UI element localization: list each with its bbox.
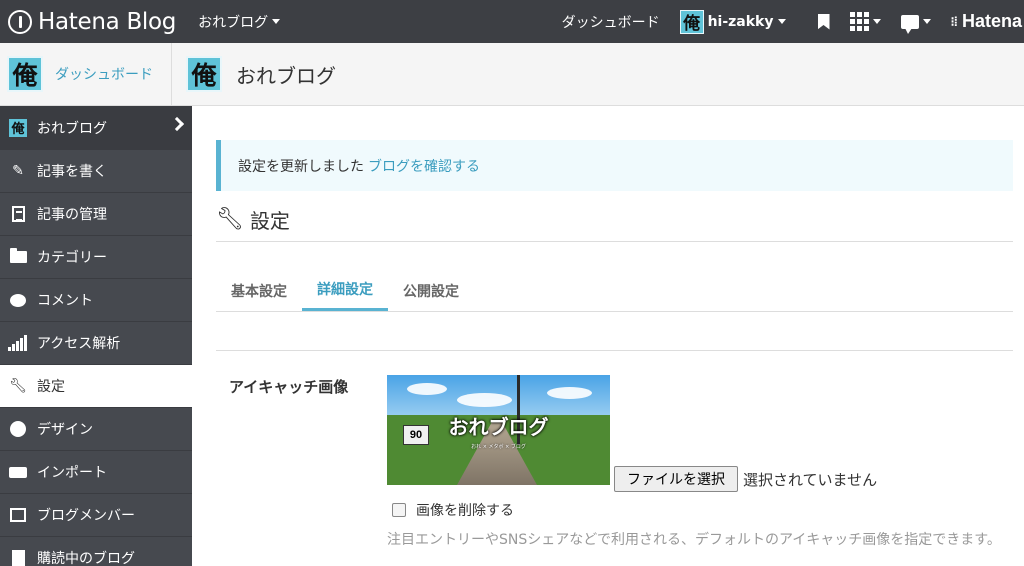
edit-icon: ✎ — [12, 163, 24, 179]
speech-bubble-icon — [900, 14, 919, 34]
bookmark-icon — [817, 13, 830, 30]
brand-name: Hatena Blog — [38, 8, 177, 35]
caret-down-icon — [872, 19, 881, 24]
eyecatch-image: 90 おれブログ おれ × メタボ × ブログ — [387, 375, 610, 485]
tab-basic-settings[interactable]: 基本設定 — [216, 270, 302, 311]
avatar: 俺 — [7, 56, 43, 92]
top-dashboard-link[interactable]: ダッシュボード — [562, 12, 660, 32]
caret-down-icon — [777, 19, 786, 24]
sidebar-item-members[interactable]: ブログメンバー — [0, 493, 192, 536]
delete-image-label[interactable]: 画像を削除する — [416, 500, 514, 520]
sidebar-item-blog[interactable]: 俺 おれブログ — [0, 106, 192, 149]
caret-down-icon — [272, 19, 281, 24]
choose-file-button[interactable]: ファイルを選択 — [614, 466, 738, 492]
member-icon — [10, 508, 26, 522]
blog-avatar: 俺 — [186, 56, 222, 92]
sidebar-item-import[interactable]: インポート — [0, 450, 192, 493]
reading-icon — [11, 550, 25, 566]
bookmark-button[interactable] — [817, 13, 830, 30]
success-notice: 設定を更新しました ブログを確認する — [216, 140, 1013, 191]
hatena-blog-icon — [8, 9, 32, 34]
eyecatch-image-title: おれブログ — [448, 415, 549, 439]
caret-down-icon — [922, 19, 931, 24]
tab-advanced-settings[interactable]: 詳細設定 — [302, 270, 388, 311]
global-header: Hatena Blog おれブログ ダッシュボード 俺 hi-zakky ⁝⁞ … — [0, 0, 1024, 43]
hatena-logo-text: Hatena — [961, 11, 1022, 31]
blog-switcher[interactable]: おれブログ — [198, 12, 281, 32]
sidebar-item-write[interactable]: ✎ 記事を書く — [0, 149, 192, 192]
dashboard-link[interactable]: 俺 ダッシュボード — [0, 43, 172, 105]
sidebar-item-label: おれブログ — [37, 120, 107, 137]
section-divider — [216, 350, 1013, 351]
eyecatch-help-text: 注目エントリーやSNSシェアなどで利用される、デフォルトのアイキャッチ画像を指定… — [387, 532, 1001, 548]
sidebar-item-label: アクセス解析 — [37, 336, 121, 352]
bar-chart-icon — [8, 335, 28, 351]
blog-switcher-label: おれブログ — [198, 14, 269, 31]
dashboard-link-label: ダッシュボード — [55, 67, 153, 83]
sidebar-item-label: ブログメンバー — [37, 508, 135, 524]
blog-title-link[interactable]: 俺 おれブログ — [186, 56, 336, 92]
chevron-right-icon — [169, 116, 185, 132]
hatena-logo[interactable]: ⁝⁞ Hatena — [951, 11, 1023, 32]
sidebar-item-analytics[interactable]: アクセス解析 — [0, 321, 192, 364]
view-blog-link[interactable]: ブログを確認する — [368, 156, 480, 176]
hatena-blog-logo[interactable]: Hatena Blog — [0, 0, 176, 43]
blog-title: おれブログ — [236, 63, 336, 88]
sidebar-item-label: カテゴリー — [37, 250, 107, 266]
settings-tabs: 基本設定 詳細設定 公開設定 — [216, 270, 1013, 312]
palette-icon — [10, 421, 26, 437]
page-title: 設定 — [249, 209, 290, 233]
blog-header: 俺 ダッシュボード 俺 おれブログ — [0, 43, 1024, 106]
folder-icon — [9, 248, 27, 263]
sidebar-item-category[interactable]: カテゴリー — [0, 235, 192, 278]
delete-image-option: 画像を削除する — [392, 500, 514, 520]
wrench-icon: 🔧︎ — [9, 378, 27, 394]
wrench-icon: 🔧︎ — [216, 207, 244, 232]
sidebar-item-subscriptions[interactable]: 購読中のブログ — [0, 536, 192, 566]
sidebar-item-design[interactable]: デザイン — [0, 407, 192, 450]
sidebar-item-label: コメント — [37, 293, 93, 309]
notifications-button[interactable] — [900, 14, 931, 34]
user-menu[interactable]: 俺 hi-zakky — [679, 9, 786, 34]
sidebar-item-label: インポート — [37, 465, 107, 481]
document-icon — [11, 206, 25, 222]
grid-icon — [849, 12, 869, 31]
sidebar: 俺 おれブログ ✎ 記事を書く 記事の管理 カテゴリー コメント アクセス解析 … — [0, 106, 192, 566]
notice-text: 設定を更新しました — [238, 158, 364, 175]
comment-icon — [10, 293, 26, 307]
blog-avatar-icon: 俺 — [9, 118, 27, 137]
eyecatch-label: アイキャッチ画像 — [229, 378, 349, 396]
truck-icon — [9, 466, 27, 478]
sidebar-item-settings[interactable]: 🔧︎ 設定 — [0, 364, 192, 407]
eyecatch-image-subtitle: おれ × メタボ × ブログ — [471, 444, 526, 450]
sidebar-item-comment[interactable]: コメント — [0, 278, 192, 321]
apps-menu-button[interactable] — [849, 12, 881, 31]
sidebar-item-label: 設定 — [37, 379, 65, 395]
file-status: 選択されていません — [743, 471, 878, 489]
tab-publish-settings[interactable]: 公開設定 — [388, 270, 474, 311]
sidebar-item-label: 購読中のブログ — [37, 551, 135, 566]
sidebar-item-label: デザイン — [37, 422, 93, 438]
page-heading: 🔧︎ 設定 — [216, 204, 1013, 242]
delete-image-checkbox[interactable] — [392, 503, 406, 517]
user-name: hi-zakky — [707, 13, 774, 30]
sidebar-item-manage[interactable]: 記事の管理 — [0, 192, 192, 235]
sidebar-item-label: 記事を書く — [37, 164, 107, 180]
avatar: 俺 — [679, 9, 704, 34]
hatena-mark-icon: ⁝⁞ — [950, 13, 959, 29]
sidebar-item-label: 記事の管理 — [37, 207, 107, 223]
